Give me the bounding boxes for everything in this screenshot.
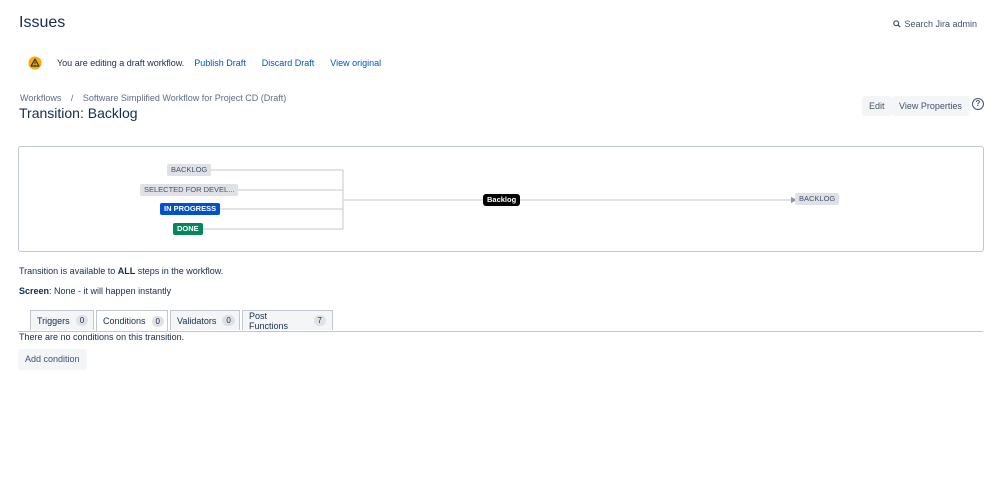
source-status-backlog: BACKLOG xyxy=(167,164,212,176)
tab-label: Post Functions xyxy=(249,310,289,331)
breadcrumb-workflows[interactable]: Workflows xyxy=(20,93,61,103)
screen-label: Screen xyxy=(19,286,50,296)
page-title: Issues xyxy=(19,14,66,31)
tab-count: 0 xyxy=(151,315,164,327)
screen-info: Screen: None - it will happen instantly xyxy=(19,286,171,296)
tab-label: Triggers xyxy=(37,315,70,326)
draft-notice: You are editing a draft workflow. Publis… xyxy=(28,56,381,70)
help-icon[interactable]: ? xyxy=(972,98,984,110)
view-original-link[interactable]: View original xyxy=(330,58,381,68)
edit-button[interactable]: Edit xyxy=(862,96,892,116)
breadcrumb-separator: / xyxy=(70,93,74,103)
screen-value: : None - it will happen instantly xyxy=(49,286,172,296)
tab-count: 7 xyxy=(313,315,326,326)
no-conditions-text: There are no conditions on this transiti… xyxy=(19,332,185,342)
availability-bold: ALL xyxy=(117,266,136,276)
source-status-selected-for-development: SELECTED FOR DEVEL... xyxy=(140,184,239,196)
source-status-done: DONE xyxy=(173,223,203,235)
source-status-in-progress: IN PROGRESS xyxy=(160,203,221,215)
breadcrumb-current[interactable]: Software Simplified Workflow for Project… xyxy=(83,93,286,103)
transition-label: Backlog xyxy=(483,194,521,206)
search-icon xyxy=(893,20,902,28)
warning-icon xyxy=(28,56,42,70)
workflow-diagram: BACKLOG SELECTED FOR DEVEL... IN PROGRES… xyxy=(18,146,984,252)
availability-suffix: steps in the workflow. xyxy=(135,266,224,276)
tab-label: Conditions xyxy=(103,316,146,326)
tab-triggers[interactable]: Triggers 0 xyxy=(30,310,94,330)
search-label: Search Jira admin xyxy=(904,19,977,29)
notice-text: You are editing a draft workflow. xyxy=(57,58,185,68)
add-condition-button[interactable]: Add condition xyxy=(18,349,87,370)
transition-availability: Transition is available to ALL steps in … xyxy=(19,266,223,276)
discard-draft-link[interactable]: Discard Draft xyxy=(262,58,315,68)
tab-count: 0 xyxy=(75,315,89,326)
breadcrumb: Workflows / Software Simplified Workflow… xyxy=(20,93,286,103)
target-status-backlog: BACKLOG xyxy=(795,193,840,205)
tab-conditions[interactable]: Conditions 0 xyxy=(96,310,168,331)
transition-tabs: Triggers 0 Conditions 0 Validators 0 Pos… xyxy=(18,310,983,332)
availability-prefix: Transition is available to xyxy=(19,266,118,276)
tab-post-functions[interactable]: Post Functions 7 xyxy=(242,310,333,331)
transition-title: Transition: Backlog xyxy=(19,105,138,121)
view-properties-button[interactable]: View Properties xyxy=(892,96,969,116)
tab-label: Validators xyxy=(177,315,217,326)
search-jira-admin[interactable]: Search Jira admin xyxy=(893,19,977,29)
tab-validators[interactable]: Validators 0 xyxy=(170,310,240,330)
publish-draft-link[interactable]: Publish Draft xyxy=(194,58,246,68)
tab-count: 0 xyxy=(222,315,235,326)
